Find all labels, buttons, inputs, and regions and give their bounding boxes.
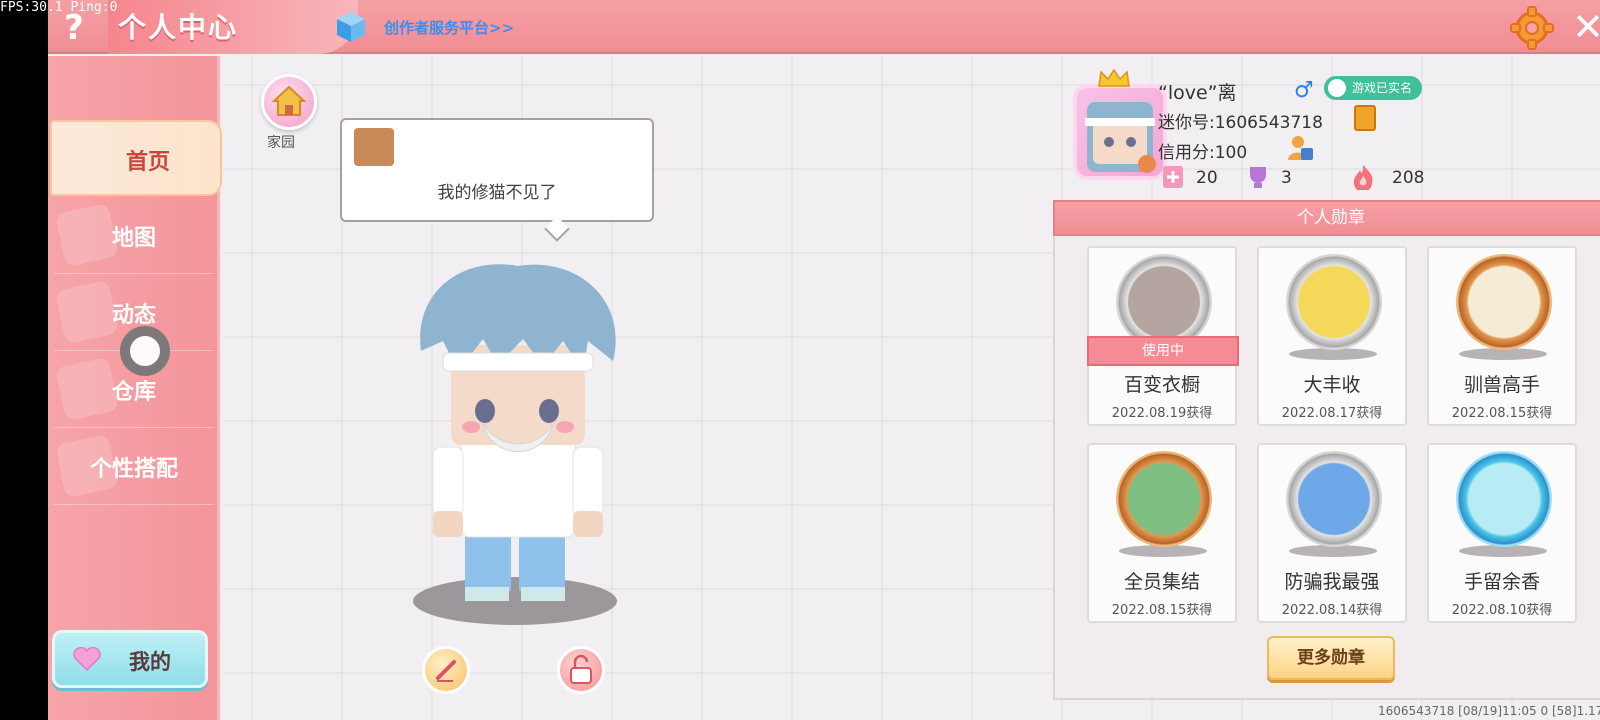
page-title: 个人中心	[118, 11, 239, 44]
plus-card-icon	[1163, 166, 1183, 188]
user-badge-icon[interactable]	[1287, 134, 1315, 162]
heart-icon	[73, 647, 101, 671]
medal-card[interactable]: 使用中 百变衣橱 2022.08.19获得	[1087, 246, 1239, 426]
medal-card[interactable]: 全员集结 2022.08.15获得	[1087, 443, 1237, 623]
footer-build-info: 1606543718 [08/19]11:05 0 [58]1.17.0	[1378, 704, 1600, 718]
floating-joystick[interactable]	[120, 326, 170, 376]
medal-name: 驯兽高手	[1463, 374, 1540, 396]
stat-value: 208	[1392, 168, 1425, 188]
copy-icon[interactable]	[1354, 105, 1376, 131]
fps-readout: FPS:30.1 Ping:0	[0, 0, 118, 15]
stat-value: 3	[1281, 168, 1292, 188]
medal-date: 2022.08.15获得	[1451, 406, 1553, 421]
beast-tamer-medal-icon	[1456, 254, 1552, 350]
speech-bubble: 我的修猫不见了	[340, 118, 654, 242]
gear-icon[interactable]	[1510, 6, 1554, 50]
sidebar-item-label: 个性搭配	[89, 457, 178, 482]
medal-card[interactable]: 防骗我最强 2022.08.14获得	[1257, 443, 1407, 623]
mine-button[interactable]: 我的	[52, 630, 208, 688]
medal-panel-title: 个人勋章	[1053, 200, 1600, 236]
main-area: 家园 我的修猫不见了 “love”离 ♂ 游戏已实名 迷你号:160654371…	[223, 56, 1600, 720]
assemble-medal-icon	[1116, 451, 1212, 547]
harvest-medal-icon	[1286, 254, 1382, 350]
sidebar: 首页 地图 动态 仓库 个性搭配 我的	[48, 56, 222, 720]
pencil-icon	[436, 660, 456, 682]
home-label: 家园	[267, 135, 295, 151]
anti-fraud-medal-icon	[1286, 451, 1382, 547]
house-icon	[271, 85, 307, 116]
avatar-portrait	[1085, 102, 1156, 173]
sidebar-item-label: 首页	[125, 150, 170, 175]
home-button[interactable]	[261, 74, 317, 130]
crown-icon	[1098, 68, 1130, 87]
verified-badge: 游戏已实名	[1324, 76, 1423, 100]
medal-card[interactable]: 手留余香 2022.08.10获得	[1427, 443, 1577, 623]
sidebar-item-home[interactable]: 首页	[50, 120, 222, 196]
medal-date: 2022.08.19获得	[1111, 406, 1213, 421]
trophy-icon	[1250, 167, 1266, 188]
close-button[interactable]: ✕	[1566, 4, 1600, 49]
medal-card[interactable]: 大丰收 2022.08.17获得	[1257, 246, 1407, 426]
medal-name: 大丰收	[1303, 374, 1361, 396]
male-gender-icon: ♂	[1294, 78, 1314, 103]
in-use-badge: 使用中	[1087, 336, 1239, 366]
medal-name: 防骗我最强	[1284, 571, 1380, 593]
medal-date: 2022.08.15获得	[1111, 603, 1213, 618]
speech-bubble-arrow	[544, 216, 570, 242]
creator-platform-link[interactable]: 创作者服务平台>>	[384, 17, 514, 38]
sidebar-item-label: 仓库	[111, 380, 156, 405]
medal-date: 2022.08.10获得	[1451, 603, 1553, 618]
medal-name: 手留余香	[1463, 571, 1540, 593]
avatar[interactable]	[1073, 84, 1167, 180]
player-character[interactable]	[403, 261, 633, 641]
credit-score: 信用分:100	[1158, 143, 1248, 163]
lock-open-icon	[570, 654, 592, 684]
medal-date: 2022.08.14获得	[1281, 603, 1383, 618]
sidebar-item-map[interactable]: 地图	[54, 198, 214, 274]
medal-name: 全员集结	[1123, 571, 1200, 593]
medal-panel: 个人勋章 使用中 百变衣橱 2022.08.19获得 大丰收 2022.08.1…	[1053, 200, 1600, 700]
stat-value: 20	[1196, 168, 1218, 188]
fragrance-medal-icon	[1456, 451, 1552, 547]
unlock-button[interactable]	[557, 646, 605, 694]
sidebar-item-outfit[interactable]: 个性搭配	[54, 429, 214, 505]
more-medals-button[interactable]: 更多勋章	[1267, 636, 1395, 680]
medal-date: 2022.08.17获得	[1281, 406, 1383, 421]
mine-button-label: 我的	[129, 650, 171, 674]
sidebar-item-label: 动态	[111, 303, 156, 328]
nickname: “love”离	[1158, 82, 1237, 104]
mini-id: 迷你号:1606543718	[1158, 113, 1323, 133]
sidebar-item-label: 地图	[111, 226, 156, 251]
cube-icon	[337, 12, 365, 42]
pet-icon	[354, 128, 394, 166]
top-bar: ? 个人中心 创作者服务平台>> ✕	[48, 0, 1600, 54]
edit-button[interactable]	[422, 646, 470, 694]
speech-bubble-text: 我的修猫不见了	[437, 183, 557, 203]
flame-icon	[1353, 165, 1373, 190]
medal-card[interactable]: 驯兽高手 2022.08.15获得	[1427, 246, 1577, 426]
app-window: ? 个人中心 创作者服务平台>> ✕ 首页 地图 动态 仓库 个性搭配 我的 家…	[48, 0, 1600, 720]
medal-name: 百变衣橱	[1123, 374, 1200, 396]
